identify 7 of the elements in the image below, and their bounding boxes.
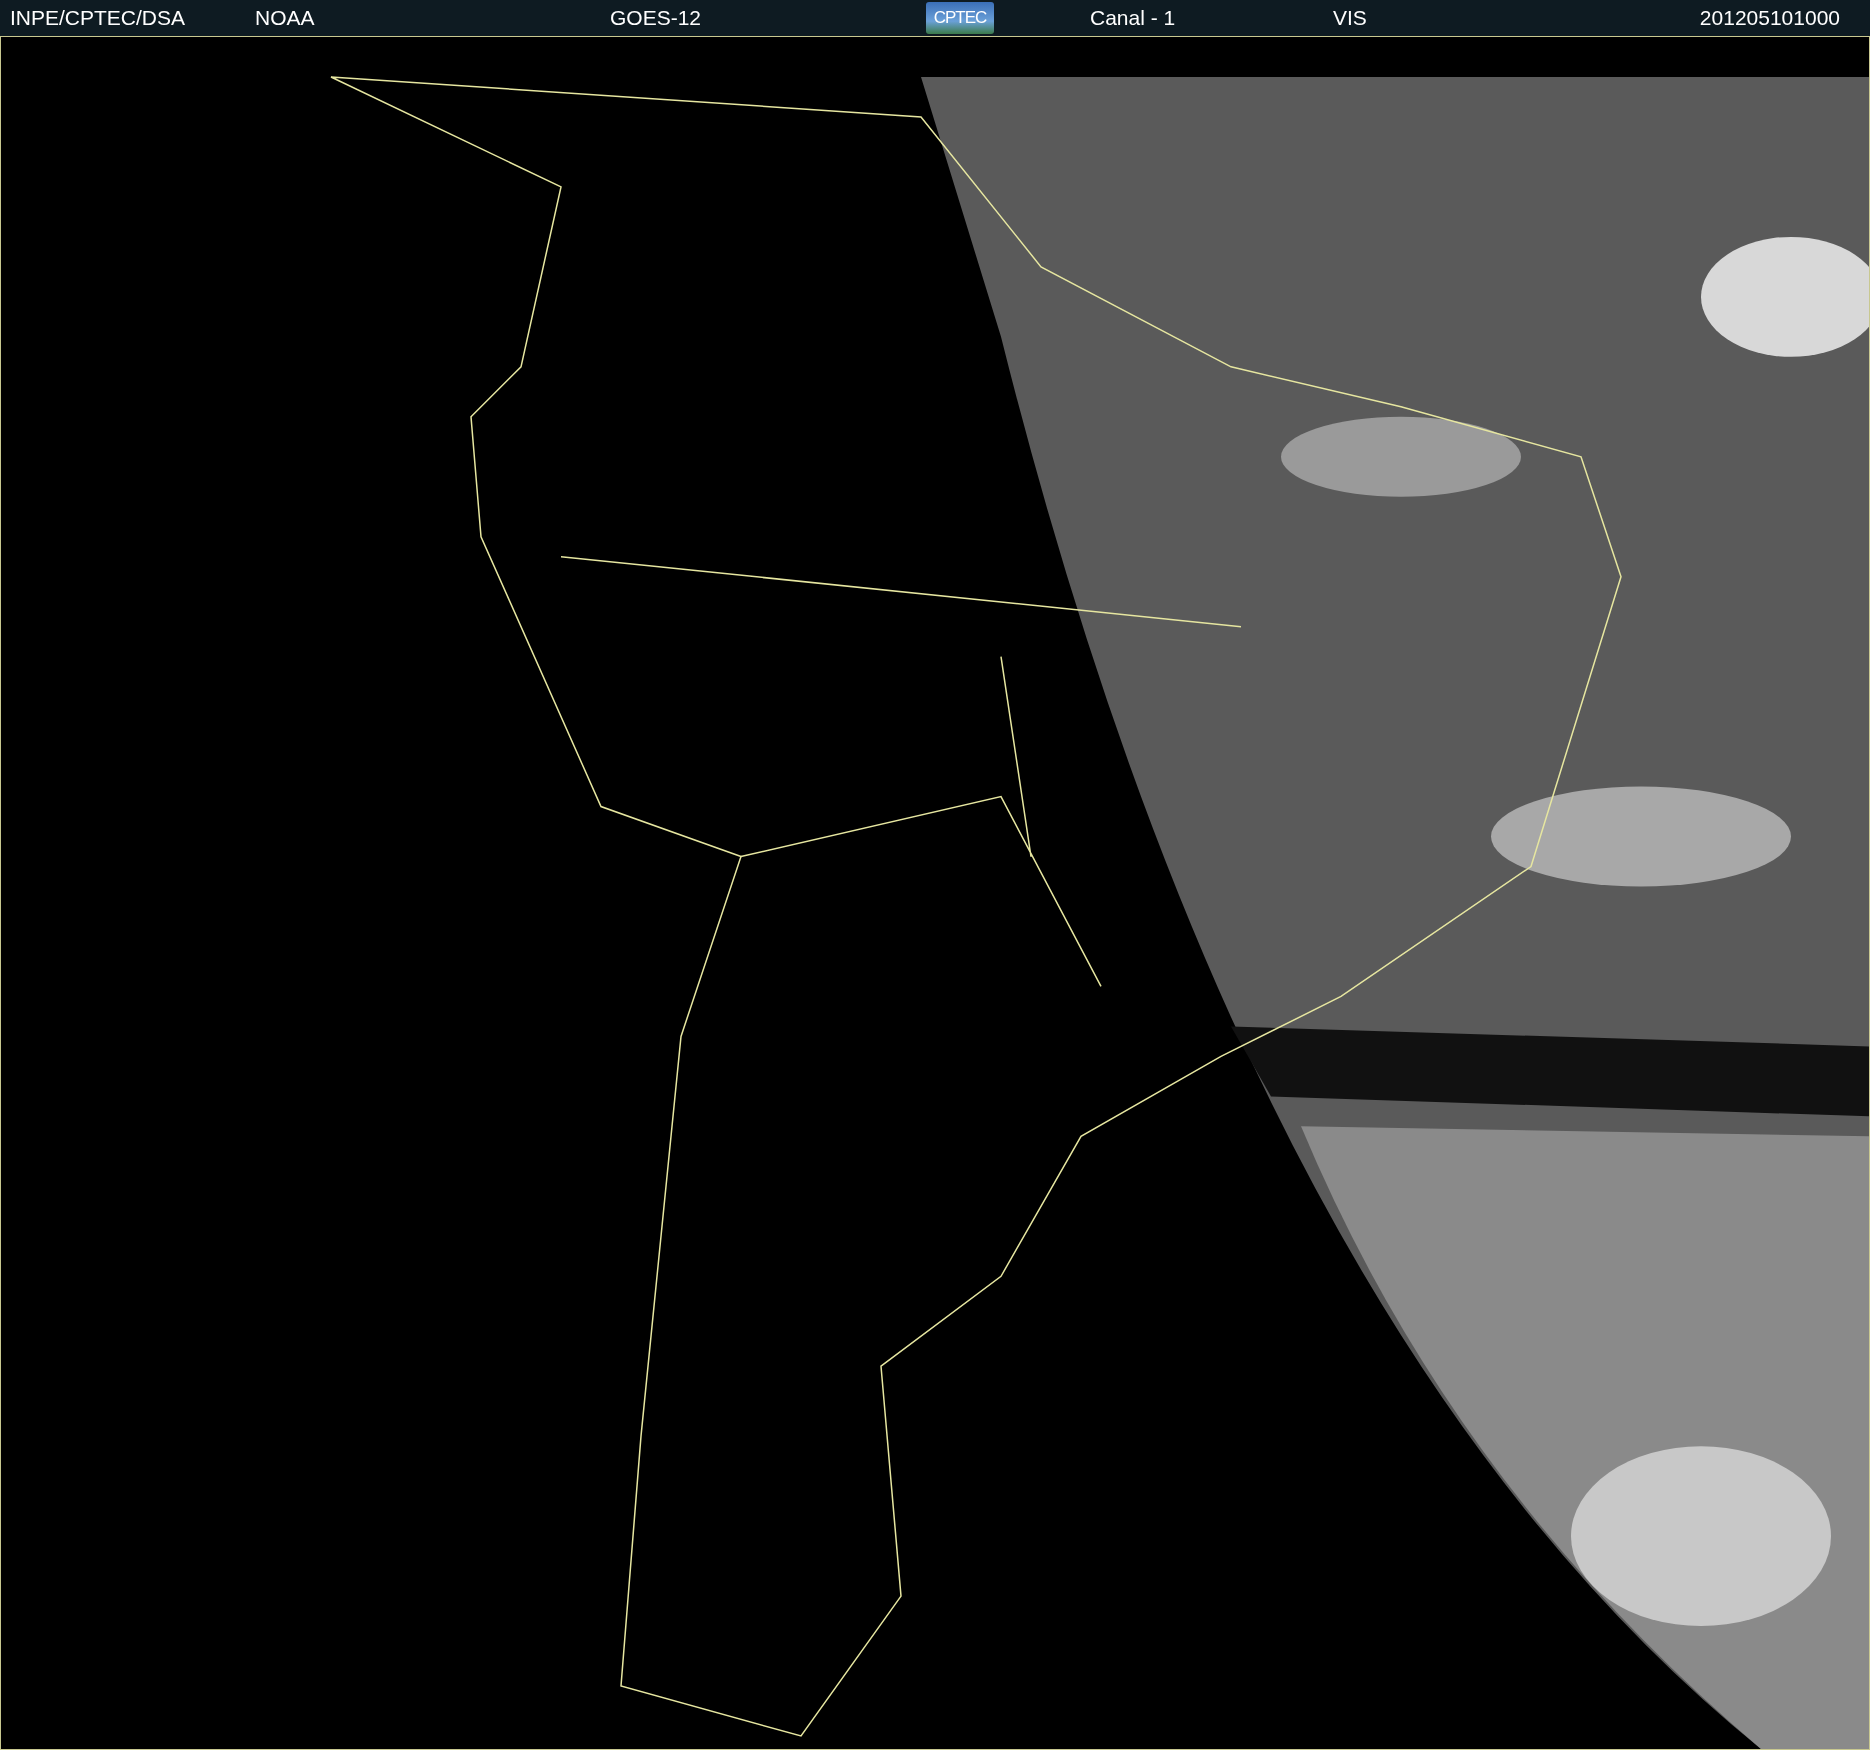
satellite-label: GOES-12	[610, 6, 702, 30]
channel-label: Canal - 1	[1090, 6, 1176, 30]
agency-label: NOAA	[255, 6, 315, 30]
source-label: INPE/CPTEC/DSA	[10, 6, 186, 30]
band-label: VIS	[1333, 6, 1367, 30]
timestamp-label: 201205101000	[1699, 6, 1840, 30]
logo: CPTEC	[926, 2, 994, 34]
